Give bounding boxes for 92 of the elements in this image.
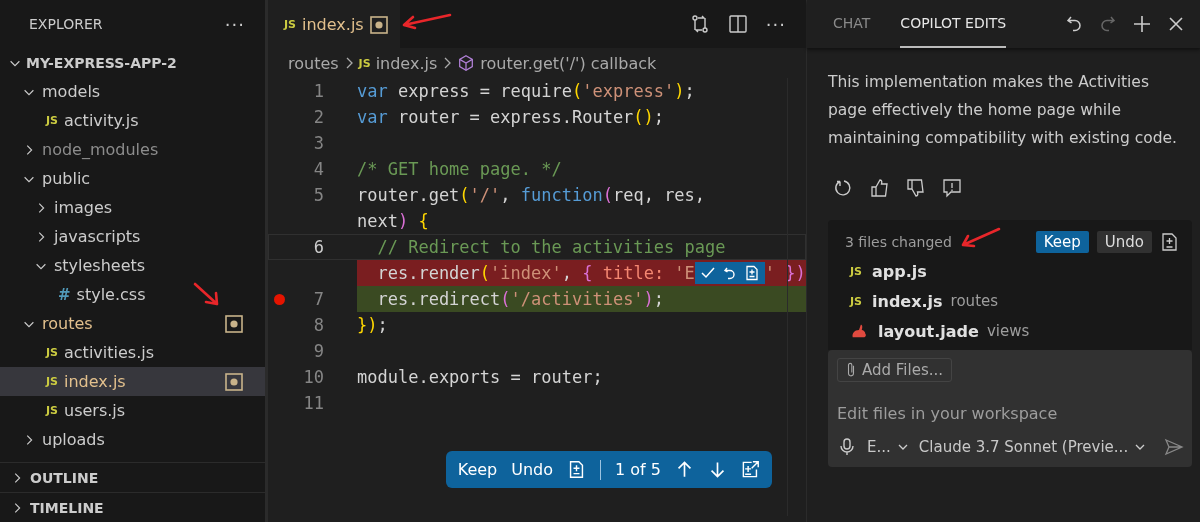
line-number: 4 bbox=[313, 159, 324, 179]
chevron-icon bbox=[442, 55, 453, 71]
model-dropdown[interactable]: Claude 3.7 Sonnet (Previe... bbox=[918, 438, 1147, 456]
line-number: 8 bbox=[313, 315, 324, 335]
mode-dropdown[interactable]: E... bbox=[867, 438, 909, 456]
diff-icon[interactable] bbox=[1160, 232, 1180, 252]
add-files-button[interactable]: Add Files... bbox=[837, 358, 953, 382]
file-type-icon: JS bbox=[358, 56, 371, 70]
changes-summary: 3 files changed bbox=[845, 234, 952, 250]
code-line: module.exports = router; bbox=[357, 367, 603, 387]
tree-item[interactable]: uploads bbox=[0, 425, 265, 454]
accept-icon[interactable] bbox=[699, 265, 716, 281]
file-type-icon: JS bbox=[284, 18, 296, 31]
assistant-message: This implementation makes the Activities page effectively the home page while maintaining compatibility with existing code. bbox=[828, 72, 1178, 149]
file-type-icon: # bbox=[58, 285, 71, 304]
line-number: 3 bbox=[313, 133, 324, 153]
breadcrumb-item[interactable]: routes bbox=[288, 53, 339, 73]
tree-item[interactable]: JS activities.js bbox=[0, 338, 265, 367]
breadcrumb-item[interactable]: index.js bbox=[375, 53, 438, 73]
undo-icon[interactable] bbox=[1064, 14, 1084, 34]
split-editor-icon[interactable] bbox=[727, 14, 748, 34]
file-type-icon: JS bbox=[850, 294, 862, 308]
code-line: ' }) bbox=[764, 263, 806, 283]
tree-item[interactable]: JS index.js bbox=[0, 367, 265, 396]
send-icon[interactable] bbox=[1164, 437, 1184, 457]
file-type-icon: JS bbox=[46, 375, 58, 388]
code-line: /* GET home page. */ bbox=[357, 159, 562, 179]
changed-file[interactable]: JS index.js routes bbox=[845, 286, 1180, 316]
line-number: 2 bbox=[313, 107, 324, 127]
section-header[interactable]: OUTLINE bbox=[0, 462, 265, 492]
breakpoint-dot[interactable] bbox=[274, 294, 285, 305]
compare-changes-icon[interactable] bbox=[689, 14, 710, 34]
tree-item[interactable]: images bbox=[0, 193, 265, 222]
panel-tab[interactable]: CHAT bbox=[833, 0, 871, 48]
cube-icon bbox=[457, 54, 476, 72]
tree-item[interactable]: node_modules bbox=[0, 135, 265, 164]
tree-item[interactable]: # style.css bbox=[0, 280, 265, 309]
line-number: 7 bbox=[313, 289, 324, 309]
tree-item[interactable]: stylesheets bbox=[0, 251, 265, 280]
line-number: 11 bbox=[303, 393, 324, 413]
paperclip-icon bbox=[846, 361, 856, 379]
changed-file[interactable]: JS app.js bbox=[845, 256, 1180, 286]
code-line: // Redirect to the activities page bbox=[376, 237, 726, 257]
file-type-icon: JS bbox=[850, 264, 862, 278]
code-line: }); bbox=[357, 315, 388, 335]
undo-icon[interactable] bbox=[721, 265, 738, 281]
breadcrumb-item[interactable]: router.get('/') callback bbox=[480, 53, 657, 73]
undo-button[interactable]: Undo bbox=[1096, 231, 1152, 253]
tree-item[interactable]: JS users.js bbox=[0, 396, 265, 425]
code-line: res.render('index', { title: 'E bbox=[376, 263, 695, 283]
section-header[interactable]: TIMELINE bbox=[0, 492, 265, 522]
code-line: next) { bbox=[357, 211, 429, 231]
tree-item[interactable]: public bbox=[0, 164, 265, 193]
more-button[interactable]: ··· bbox=[224, 13, 245, 35]
undo-button[interactable]: Undo bbox=[511, 460, 554, 479]
code-line: router.get('/', function(req, res, bbox=[357, 185, 706, 205]
tree-item[interactable]: models bbox=[0, 77, 265, 106]
file-type-icon: JS bbox=[46, 114, 58, 127]
prompt-field[interactable]: Edit files in your workspace bbox=[837, 400, 1184, 427]
plus-icon[interactable] bbox=[1132, 14, 1152, 34]
report-icon[interactable] bbox=[942, 178, 962, 198]
keep-button[interactable]: Keep bbox=[457, 460, 498, 479]
open-diff-icon[interactable] bbox=[741, 460, 760, 479]
line-number: 5 bbox=[313, 185, 324, 205]
change-counter: 1 of 5 bbox=[615, 460, 661, 479]
microphone-icon[interactable] bbox=[837, 437, 857, 457]
code-line: res.redirect('/activities'); bbox=[376, 289, 665, 309]
pending-edit-icon bbox=[225, 372, 243, 391]
line-number: 6 bbox=[313, 237, 324, 257]
thumbs-down-icon[interactable] bbox=[906, 178, 926, 198]
diff-icon[interactable] bbox=[743, 265, 760, 281]
tree-item[interactable]: JS activity.js bbox=[0, 106, 265, 135]
more-button[interactable]: ··· bbox=[765, 13, 786, 35]
changed-file[interactable]: layout.jade views bbox=[845, 316, 1180, 346]
arrow-up-icon[interactable] bbox=[675, 460, 694, 479]
editor-tab[interactable]: JS index.js bbox=[268, 0, 400, 48]
tree-item[interactable]: javascripts bbox=[0, 222, 265, 251]
keep-button[interactable]: Keep bbox=[1035, 231, 1089, 253]
pending-edit-icon bbox=[225, 314, 243, 333]
code-line: var router = express.Router(); bbox=[357, 107, 665, 127]
panel-tab[interactable]: COPILOT EDITS bbox=[900, 0, 1007, 48]
code-line: var express = require('express'); bbox=[357, 81, 695, 101]
line-number: 1 bbox=[313, 81, 324, 101]
line-number: 9 bbox=[313, 341, 324, 361]
file-type-icon: JS bbox=[46, 404, 58, 417]
sidebar-title: EXPLORER bbox=[29, 16, 103, 32]
project-root[interactable]: MY-EXPRESS-APP-2 bbox=[0, 48, 265, 77]
line-number: 10 bbox=[303, 367, 324, 387]
thumbs-up-icon[interactable] bbox=[870, 178, 890, 198]
arrow-down-icon[interactable] bbox=[708, 460, 727, 479]
file-type-icon: JS bbox=[46, 346, 58, 359]
tree-item[interactable]: routes bbox=[0, 309, 265, 338]
